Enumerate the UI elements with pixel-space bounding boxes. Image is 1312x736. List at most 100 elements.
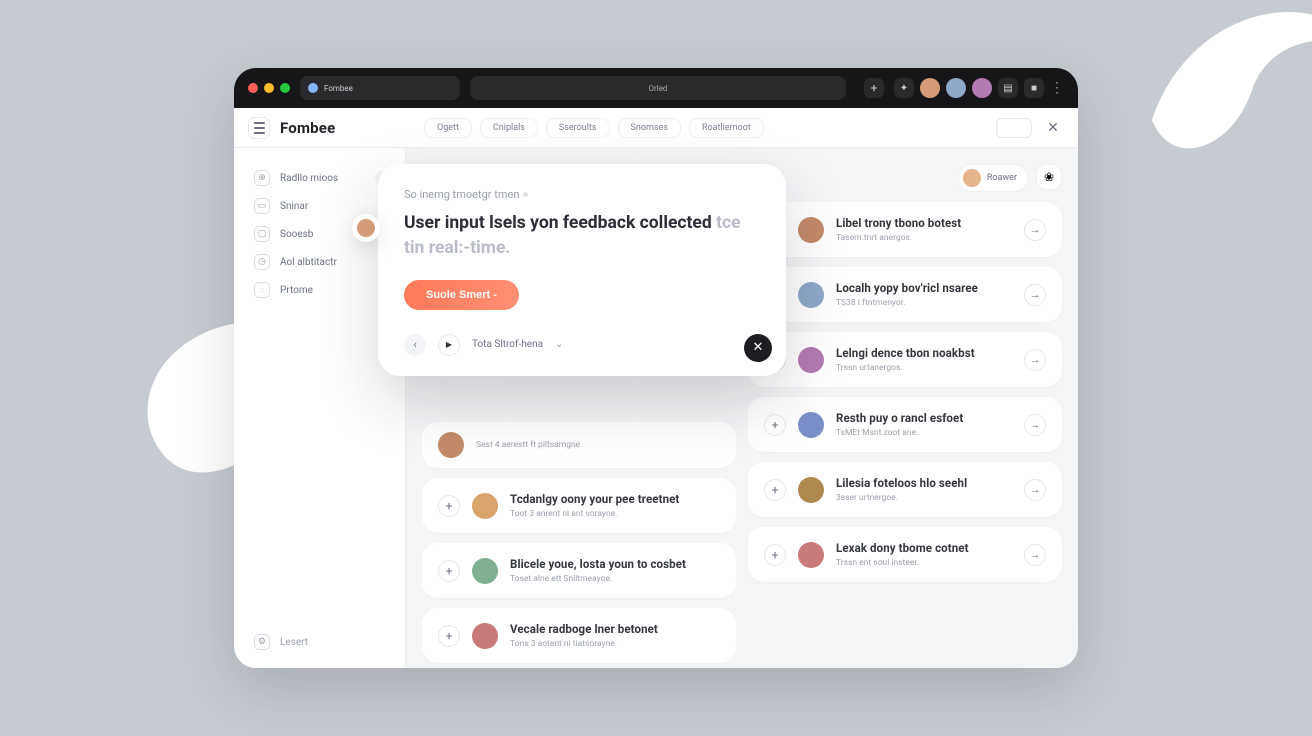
arrow-right-icon[interactable]: →	[1024, 219, 1046, 241]
arrow-right-icon[interactable]: →	[1024, 349, 1046, 371]
sidebar-footer-label: Lesert	[280, 637, 308, 648]
list-item[interactable]: + Vecale radboge lner betonet Tons 3 aot…	[422, 608, 736, 663]
card-title: Lelngi dence tbon noakbst	[836, 346, 1012, 360]
browser-chrome: Fombee Orled + ✦ ▤ ■ ⋮	[234, 68, 1078, 108]
sidebar-footer[interactable]: ⚙ Lesert	[248, 628, 395, 656]
plus-icon[interactable]: +	[764, 414, 786, 436]
popup-close-button[interactable]: ✕	[744, 334, 772, 362]
sidebar-label: Radllo mioos	[280, 173, 338, 184]
traffic-minimize[interactable]	[264, 83, 274, 93]
bag-icon: ▢	[254, 226, 270, 242]
card-subtitle: Tons 3 aotent nl tiatsorayne.	[510, 639, 720, 649]
chevron-down-icon[interactable]: ⌄	[555, 339, 563, 350]
avatar-icon	[438, 432, 464, 458]
card-title: Lilesia foteloos hlo seehl	[836, 476, 1012, 490]
avatar-icon	[798, 542, 824, 568]
avatar-icon	[472, 558, 498, 584]
tab-2[interactable]: Sseroults	[546, 118, 610, 138]
sidebar-item-0[interactable]: ⊕ Radllo mioos ·	[248, 164, 395, 192]
card-title: Vecale radboge lner betonet	[510, 622, 720, 636]
chrome-avatar-2[interactable]	[946, 78, 966, 98]
list-item[interactable]: + Lilesia foteloos hlo seehl 3sser urtne…	[748, 462, 1062, 517]
tab-1[interactable]: Cniplals	[480, 118, 538, 138]
list-item[interactable]: Sest 4 aerestt ft piltsamgne.	[422, 422, 736, 468]
list-item[interactable]: + Lexak dony tbome cotnet Trssn ent soul…	[748, 527, 1062, 582]
card-title: Libel trony tbono botest	[836, 216, 1012, 230]
traffic-maximize[interactable]	[280, 83, 290, 93]
headline-a: User input lsels yon feedback collected	[404, 213, 712, 233]
favicon	[308, 83, 318, 93]
plus-icon[interactable]: +	[438, 625, 460, 647]
sidebar-label: Sninar	[280, 201, 308, 212]
sidebar-label: Prtome	[280, 285, 313, 296]
brand-title: Fombee	[280, 119, 335, 137]
traffic-lights	[248, 83, 290, 93]
arrow-right-icon[interactable]: →	[1024, 414, 1046, 436]
plus-icon[interactable]: +	[438, 560, 460, 582]
hamburger-icon[interactable]	[248, 117, 270, 139]
new-tab-button[interactable]: +	[864, 78, 884, 98]
card-title: Blicele youe, losta youn to cosbet	[510, 557, 720, 571]
card-subtitle: Trssn urtanergos.	[836, 363, 1012, 373]
chrome-avatar-1[interactable]	[920, 78, 940, 98]
chrome-avatar-3[interactable]	[972, 78, 992, 98]
user-avatar-icon	[963, 169, 981, 187]
avatar-icon	[798, 282, 824, 308]
card-title: Localh yopy bov'ricl nsaree	[836, 281, 1012, 295]
globe-icon: ⊕	[254, 170, 270, 186]
popup-footer: ‹ ▶ Tota Sltrof-hena ⌄	[404, 334, 760, 356]
url-text: Orled	[649, 84, 668, 93]
url-bar[interactable]: Orled	[470, 76, 846, 100]
tab-0[interactable]: Ogett	[424, 118, 472, 138]
arrow-right-icon[interactable]: →	[1024, 284, 1046, 306]
appbar-close-icon[interactable]: ✕	[1042, 117, 1064, 139]
plus-icon[interactable]: +	[764, 479, 786, 501]
chrome-menu-icon[interactable]: ■	[1024, 78, 1044, 98]
card-subtitle: TS38 l.ftntmenyor.	[836, 298, 1012, 308]
popup-footer-label: Tota Sltrof-hena	[472, 339, 543, 350]
card-subtitle: Trssn ent soul insteer.	[836, 558, 1012, 568]
card-subtitle: Sest 4 aerestt ft piltsamgne.	[476, 440, 720, 450]
traffic-close[interactable]	[248, 83, 258, 93]
app-bar: Fombee Ogett Cniplals Sseroults Snomses …	[234, 108, 1078, 148]
browser-tab[interactable]: Fombee	[300, 76, 460, 100]
popup-headline: User input lsels yon feedback collected …	[404, 211, 760, 262]
sidebar-item-3[interactable]: ◷ Aol albtitactr	[248, 248, 395, 276]
plus-icon[interactable]: +	[764, 544, 786, 566]
card-subtitle: Toset alne ett Sniltmeayoe.	[510, 574, 720, 584]
list-item[interactable]: + Localh yopy bov'ricl nsaree TS38 l.ftn…	[748, 267, 1062, 322]
popup-cta-button[interactable]: Suole Smert -	[404, 280, 519, 310]
list-item[interactable]: + Blicele youe, losta youn to cosbet Tos…	[422, 543, 736, 598]
list-item[interactable]: + Tcdanlgy oony your pee treetnet Toot 3…	[422, 478, 736, 533]
avatar-icon	[472, 493, 498, 519]
onboarding-popup: So inemg tmoetgr tmen User input lsels y…	[378, 164, 786, 376]
arrow-right-icon[interactable]: →	[1024, 544, 1046, 566]
tab-label: Fombee	[324, 84, 353, 93]
search-pill[interactable]	[996, 118, 1032, 138]
headline-c: real:-time.	[429, 238, 511, 258]
avatar-icon	[798, 217, 824, 243]
sidebar-label: Sooesb	[280, 229, 313, 240]
tab-3[interactable]: Snomses	[618, 118, 681, 138]
chat-icon: ◌	[254, 282, 270, 298]
popup-play-icon[interactable]: ▶	[438, 334, 460, 356]
chrome-overflow-icon[interactable]: ⋮	[1050, 80, 1064, 96]
tab-4[interactable]: Roatliernoot	[689, 118, 764, 138]
bg-swoosh-top	[1112, 0, 1312, 220]
arrow-right-icon[interactable]: →	[1024, 479, 1046, 501]
chrome-action-icon[interactable]: ✦	[894, 78, 914, 98]
avatar-icon	[798, 477, 824, 503]
card-title: Tcdanlgy oony your pee treetnet	[510, 492, 720, 506]
sidebar-item-4[interactable]: ◌ Prtome	[248, 276, 395, 304]
column-right: + Libel trony tbono botest Tasem.tnrt an…	[748, 202, 1062, 668]
current-user-chip[interactable]: Roawer	[958, 164, 1028, 192]
list-item[interactable]: + Libel trony tbono botest Tasem.tnrt an…	[748, 202, 1062, 257]
top-action-icon[interactable]: ❀	[1036, 164, 1062, 190]
list-item[interactable]: + Resth puy o rancl esfoet TsMEt Msnt zo…	[748, 397, 1062, 452]
plus-icon[interactable]: +	[438, 495, 460, 517]
card-subtitle: TsMEt Msnt zoot ane.	[836, 428, 1012, 438]
popup-back-icon[interactable]: ‹	[404, 334, 426, 356]
chrome-extension-icon[interactable]: ▤	[998, 78, 1018, 98]
user-label: Roawer	[987, 173, 1017, 183]
list-item[interactable]: + Lelngi dence tbon noakbst Trssn urtane…	[748, 332, 1062, 387]
